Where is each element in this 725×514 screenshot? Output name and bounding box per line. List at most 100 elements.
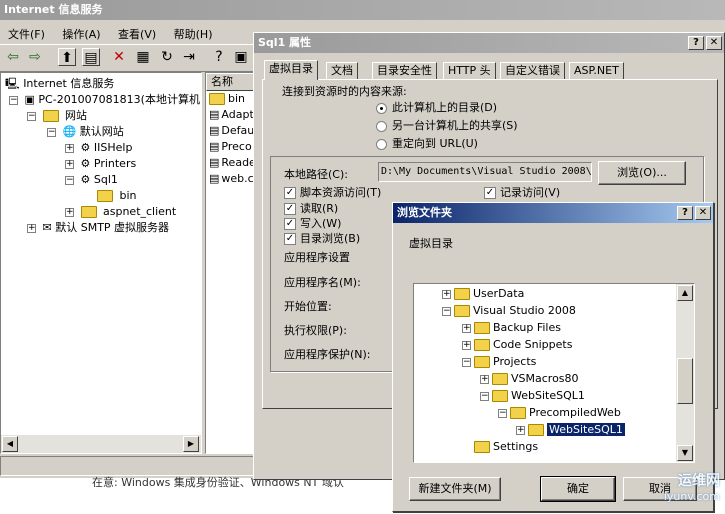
radio-icon[interactable] (376, 120, 387, 132)
collapse-icon[interactable]: − (27, 111, 36, 121)
tree-websites[interactable]: − 网站 (27, 108, 87, 124)
tree-default-site[interactable]: − 🌐 默认网站 (47, 124, 124, 140)
checkmark-icon[interactable]: ✓ (484, 187, 496, 199)
radio-selected-icon[interactable] (376, 102, 387, 114)
checkmark-icon[interactable]: ✓ (284, 203, 296, 215)
help-icon[interactable]: ? (210, 48, 228, 66)
ok-button[interactable]: 确定 (540, 476, 616, 502)
scroll-left-icon[interactable]: ◀ (2, 436, 18, 452)
start-point-label: 开始位置: (284, 300, 332, 313)
folder-row[interactable]: + Code Snippets (462, 337, 572, 353)
menu-action[interactable]: 操作(A) (62, 28, 100, 41)
tree-smtp-label: 默认 SMTP 虚拟服务器 (55, 221, 170, 234)
collapse-icon[interactable]: − (480, 391, 489, 401)
close-icon[interactable]: ✕ (695, 206, 711, 220)
checkmark-icon[interactable]: ✓ (284, 233, 296, 245)
radio-redirect-url[interactable]: 重定向到 URL(U) (376, 135, 478, 151)
tab-custom-errors[interactable]: 自定义错误 (500, 62, 565, 80)
tree-hscrollbar[interactable]: ◀ ▶ (1, 435, 201, 453)
folder-row[interactable]: + Backup Files (462, 320, 561, 336)
scroll-down-icon[interactable]: ▼ (677, 445, 693, 461)
tab-directory-security[interactable]: 目录安全性 (372, 62, 437, 80)
checkbox-directory-browsing[interactable]: ✓ 目录浏览(B) (284, 230, 360, 246)
list-item-label: Defau (221, 124, 255, 137)
folder-row[interactable]: − Projects (462, 354, 536, 370)
collapse-icon[interactable]: − (462, 357, 471, 367)
properties-title-bar: Sql1 属性 ? ✕ (254, 33, 724, 53)
export-icon[interactable]: ⇥ (180, 48, 198, 66)
tree-iishelp[interactable]: + ⚙ IISHelp (65, 140, 132, 156)
tree-computer[interactable]: − ▣ PC-201007081813(本地计算机 (9, 92, 200, 108)
radio-network-share[interactable]: 另一台计算机上的共享(S) (376, 117, 518, 133)
folder-row[interactable]: − WebSiteSQL1 (480, 388, 585, 404)
tree-root[interactable]: 🖳 Internet 信息服务 (5, 76, 114, 92)
expand-icon[interactable]: + (462, 323, 471, 333)
expand-icon[interactable]: + (65, 143, 74, 153)
radio-redirect-label: 重定向到 URL(U) (392, 137, 478, 150)
browse-button[interactable]: 浏览(O)... (598, 161, 686, 185)
scroll-right-icon[interactable]: ▶ (183, 436, 199, 452)
tree-bin[interactable]: bin (97, 188, 137, 204)
folder-tree-vscrollbar[interactable]: ▲ ▼ (676, 284, 694, 462)
menu-help[interactable]: 帮助(H) (174, 28, 213, 41)
expand-icon[interactable]: + (516, 425, 525, 435)
radio-local-directory[interactable]: 此计算机上的目录(D) (376, 99, 497, 115)
expand-icon[interactable]: + (65, 159, 74, 169)
forward-icon[interactable]: ⇨ (26, 48, 44, 66)
show-tree-icon[interactable]: ▤ (82, 48, 100, 66)
delete-icon[interactable]: ✕ (110, 48, 128, 66)
tab-virtual-directory[interactable]: 虚拟目录 (264, 60, 318, 80)
checkbox-script-access[interactable]: ✓ 脚本资源访问(T) (284, 184, 381, 200)
folder-row[interactable]: + WebSiteSQL1 (516, 422, 626, 438)
collapse-icon[interactable]: − (9, 95, 18, 105)
computer-icon[interactable]: ▣ (232, 48, 250, 66)
file-icon: ▤ (209, 140, 220, 153)
scroll-thumb[interactable] (677, 358, 693, 404)
tab-documents[interactable]: 文档 (326, 62, 358, 80)
scroll-up-icon[interactable]: ▲ (677, 285, 693, 301)
up-icon[interactable]: ⬆ (58, 48, 76, 66)
help-icon[interactable]: ? (688, 36, 704, 50)
menu-view[interactable]: 查看(V) (118, 28, 156, 41)
expand-icon[interactable]: + (27, 223, 36, 233)
chk-log-label: 记录访问(V) (500, 186, 561, 199)
checkbox-read[interactable]: ✓ 读取(R) (284, 200, 338, 216)
radio-icon[interactable] (376, 138, 387, 150)
folder-label: Projects (493, 355, 537, 368)
close-icon[interactable]: ✕ (706, 36, 722, 50)
tree-aspnet-client-label: aspnet_client (103, 205, 177, 218)
expand-icon[interactable]: + (462, 340, 471, 350)
app-name-label: 应用程序名(M): (284, 276, 361, 289)
folder-row[interactable]: + UserData (442, 286, 524, 302)
expand-icon[interactable]: + (480, 374, 489, 384)
folder-row[interactable]: Settings (462, 439, 538, 455)
expand-icon[interactable]: + (65, 207, 74, 217)
expand-icon[interactable]: + (442, 289, 451, 299)
refresh-icon[interactable]: ↻ (158, 48, 176, 66)
menu-file[interactable]: 文件(F) (8, 28, 45, 41)
checkmark-icon[interactable]: ✓ (284, 218, 296, 230)
collapse-icon[interactable]: − (442, 306, 451, 316)
folder-row[interactable]: − PrecompiledWeb (498, 405, 621, 421)
collapse-icon[interactable]: − (65, 175, 74, 185)
checkbox-write[interactable]: ✓ 写入(W) (284, 215, 341, 231)
tree-sql1[interactable]: − ⚙ Sql1 (65, 172, 118, 188)
checkbox-log-visits[interactable]: ✓ 记录访问(V) (484, 184, 560, 200)
collapse-icon[interactable]: − (47, 127, 56, 137)
local-path-field[interactable]: D:\My Documents\Visual Studio 2008\ (378, 162, 592, 182)
tree-printers[interactable]: + ⚙ Printers (65, 156, 136, 172)
tab-http-headers[interactable]: HTTP 头 (443, 62, 496, 80)
properties-icon[interactable]: ▦ (134, 48, 152, 66)
tree-pane[interactable]: 🖳 Internet 信息服务 − ▣ PC-201007081813(本地计算… (0, 72, 202, 454)
new-folder-button[interactable]: 新建文件夹(M) (409, 477, 501, 501)
collapse-icon[interactable]: − (498, 408, 507, 418)
folder-tree[interactable]: + UserData − Visual Studio 2008 + Backup File… (413, 283, 695, 463)
folder-row[interactable]: − Visual Studio 2008 (442, 303, 576, 319)
tree-smtp[interactable]: + ✉ 默认 SMTP 虚拟服务器 (27, 220, 169, 236)
tree-aspnet-client[interactable]: + aspnet_client (65, 204, 176, 220)
help-icon[interactable]: ? (677, 206, 693, 220)
checkmark-icon[interactable]: ✓ (284, 187, 296, 199)
back-icon[interactable]: ⇦ (4, 48, 22, 66)
tab-aspnet[interactable]: ASP.NET (569, 62, 624, 80)
folder-row[interactable]: + VSMacros80 (480, 371, 579, 387)
